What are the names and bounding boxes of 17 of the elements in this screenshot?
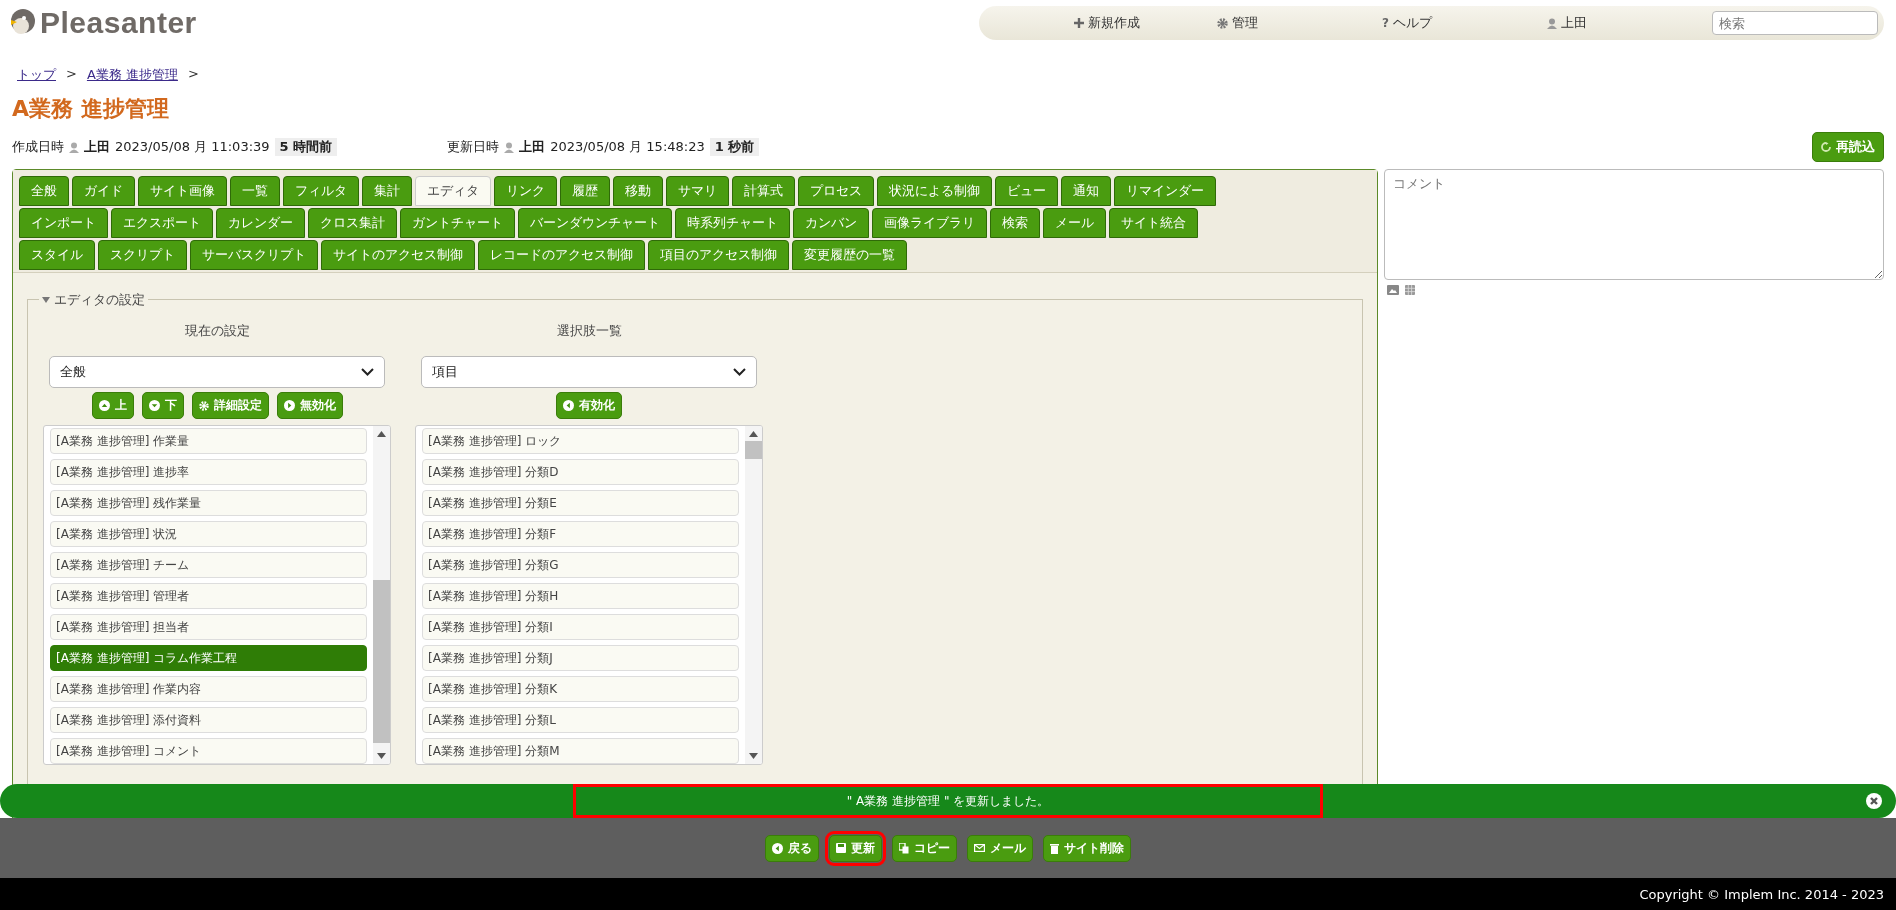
date-time: 2023/05/08 月 11:03:39 [115, 138, 270, 156]
column-heading: 現在の設定 [184, 322, 250, 340]
page-title: A業務 進捗管理 [12, 95, 170, 123]
meta-label: 作成日時 [12, 138, 64, 156]
elapsed-time: 1 秒前 [709, 138, 760, 156]
column-heading: 選択肢一覧 [556, 322, 622, 340]
breadcrumb-separator: > [66, 66, 77, 83]
notification-message: " A業務 進捗管理 " を更新しました。 [573, 784, 1323, 818]
help-icon: ? [1382, 16, 1389, 30]
fieldset-legend: エディタの設定 [54, 291, 145, 308]
user-name: 上田 [519, 138, 546, 156]
copyright-text: Copyright © Implem Inc. 2014 - 2023 [1639, 886, 1884, 902]
date-time: 2023/05/08 月 15:48:23 [550, 138, 705, 156]
meta-label: 更新日時 [447, 138, 500, 156]
breadcrumb-separator: > [187, 66, 199, 83]
user-name: 上田 [84, 138, 110, 156]
elapsed-time: 5 時間前 [274, 138, 338, 156]
